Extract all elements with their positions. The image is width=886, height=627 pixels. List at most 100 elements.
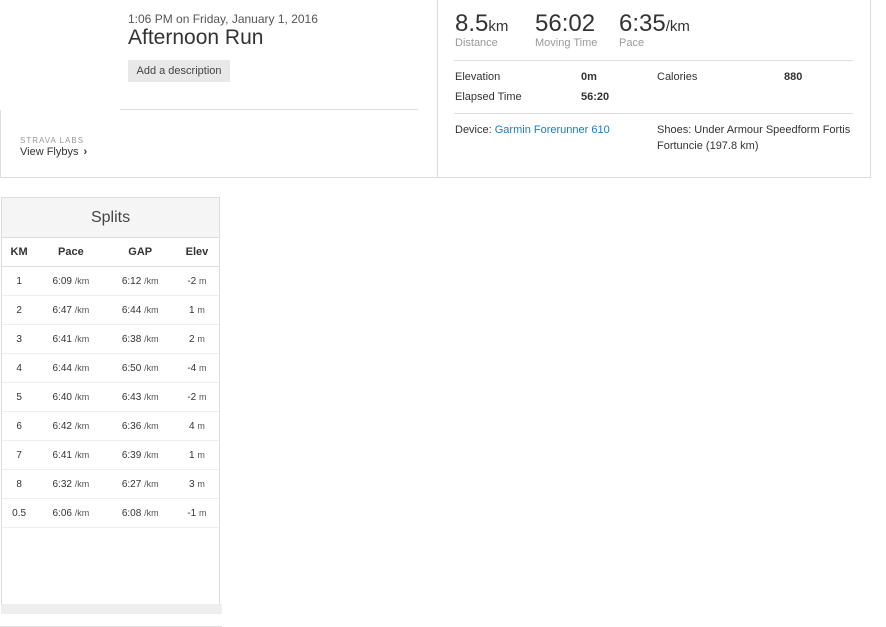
split-gap-value: 6:38 bbox=[121, 333, 142, 345]
table-row: 6 6:42 /km 6:36 /km 4 m bbox=[2, 411, 219, 441]
device-info: Device: Garmin Forerunner 610 bbox=[455, 124, 610, 136]
split-gap: 6:12 /km bbox=[105, 266, 175, 296]
table-row: 8 6:32 /km 6:27 /km 3 m bbox=[2, 469, 219, 499]
header-gap: GAP bbox=[105, 238, 175, 267]
splits-table: KM Pace GAP Elev 1 6:09 /km 6:12 /km -2 m26… bbox=[2, 238, 219, 528]
split-elev-unit: m bbox=[199, 275, 207, 286]
split-km: 1 bbox=[2, 266, 37, 296]
split-pace-unit: /km bbox=[74, 275, 90, 286]
split-km: 0.5 bbox=[2, 498, 37, 528]
elevation-value: 0m bbox=[581, 71, 597, 83]
split-gap-value: 6:12 bbox=[121, 275, 142, 287]
split-pace-unit: /km bbox=[74, 391, 90, 402]
split-km: 4 bbox=[2, 353, 37, 383]
shoes-line-2: Fortuncie (197.8 km) bbox=[657, 140, 759, 152]
add-description-button[interactable]: Add a description bbox=[128, 60, 230, 82]
split-pace-value: 6:40 bbox=[52, 391, 72, 403]
split-elev: -4 m bbox=[174, 353, 219, 383]
split-elev-unit: m bbox=[197, 420, 205, 431]
split-elev-value: 1 bbox=[189, 449, 195, 461]
split-pace-unit: /km bbox=[74, 304, 90, 315]
split-elev-unit: m bbox=[197, 478, 205, 489]
activity-title[interactable]: Afternoon Run bbox=[128, 26, 263, 50]
calories-label: Calories bbox=[657, 71, 698, 83]
distance-stat: 8.5km Distance bbox=[455, 10, 508, 49]
split-elev: 4 m bbox=[174, 411, 219, 441]
split-km-value: 8 bbox=[16, 478, 22, 490]
split-elev: 1 m bbox=[174, 295, 219, 325]
distance-value: 8.5 bbox=[455, 10, 489, 37]
split-pace: 6:06 /km bbox=[36, 498, 106, 528]
split-pace: 6:41 /km bbox=[36, 440, 106, 470]
split-elev-value: -4 bbox=[187, 362, 197, 374]
pace-value: 6:35 bbox=[619, 10, 666, 37]
split-km-value: 0.5 bbox=[12, 507, 27, 519]
split-gap-value: 6:08 bbox=[121, 507, 142, 519]
split-pace-unit: /km bbox=[74, 333, 90, 344]
split-gap: 6:38 /km bbox=[105, 324, 175, 354]
split-gap-unit: /km bbox=[144, 507, 159, 518]
split-elev-value: 1 bbox=[189, 304, 195, 316]
pace-label: Pace bbox=[619, 37, 645, 49]
header-elev: Elev bbox=[174, 238, 219, 267]
table-row: 2 6:47 /km 6:44 /km 1 m bbox=[2, 295, 219, 325]
distance-label: Distance bbox=[455, 37, 498, 49]
card-left-border bbox=[0, 110, 1, 178]
split-elev-value: -1 bbox=[187, 507, 197, 519]
split-gap: 6:43 /km bbox=[105, 382, 175, 412]
split-gap-unit: /km bbox=[144, 420, 159, 431]
splits-footer bbox=[1, 604, 222, 614]
elevation-label: Elevation bbox=[455, 71, 501, 83]
split-km: 2 bbox=[2, 295, 37, 325]
split-km: 5 bbox=[2, 382, 37, 412]
split-elev-value: -2 bbox=[187, 391, 197, 403]
stats-divider bbox=[454, 60, 853, 61]
pace-stat: 6:35/km Pace bbox=[619, 10, 690, 49]
card-divider bbox=[437, 0, 438, 178]
split-elev-unit: m bbox=[199, 391, 207, 402]
split-gap-unit: /km bbox=[144, 478, 159, 489]
split-km-value: 4 bbox=[16, 362, 22, 374]
split-pace: 6:32 /km bbox=[36, 469, 106, 499]
split-gap-value: 6:36 bbox=[121, 420, 142, 432]
pace-unit: /km bbox=[665, 18, 690, 35]
split-pace: 6:09 /km bbox=[36, 266, 106, 296]
split-pace-value: 6:32 bbox=[52, 478, 72, 490]
split-km-value: 6 bbox=[16, 420, 22, 432]
split-gap: 6:44 /km bbox=[105, 295, 175, 325]
table-row: 0.5 6:06 /km 6:08 /km -1 m bbox=[2, 498, 219, 528]
splits-panel: Splits KM Pace GAP Elev 1 6:09 /km 6:12 /k… bbox=[1, 197, 220, 613]
split-gap-value: 6:50 bbox=[121, 362, 142, 374]
table-row: 7 6:41 /km 6:39 /km 1 m bbox=[2, 440, 219, 470]
split-pace-unit: /km bbox=[74, 449, 90, 460]
left-divider bbox=[120, 109, 418, 110]
split-gap-value: 6:44 bbox=[121, 304, 142, 316]
split-gap-unit: /km bbox=[144, 275, 159, 286]
view-flybys-link[interactable]: View Flybys › bbox=[20, 146, 87, 158]
split-gap-value: 6:39 bbox=[121, 449, 142, 461]
split-elev: -2 m bbox=[174, 382, 219, 412]
table-row: 5 6:40 /km 6:43 /km -2 m bbox=[2, 382, 219, 412]
split-gap: 6:39 /km bbox=[105, 440, 175, 470]
split-pace-value: 6:47 bbox=[52, 304, 72, 316]
split-gap-unit: /km bbox=[144, 333, 159, 344]
split-pace-unit: /km bbox=[74, 420, 90, 431]
split-elev: -2 m bbox=[174, 266, 219, 296]
device-link[interactable]: Garmin Forerunner 610 bbox=[495, 124, 610, 136]
split-km: 3 bbox=[2, 324, 37, 354]
split-elev: -1 m bbox=[174, 498, 219, 528]
split-elev-value: -2 bbox=[187, 275, 197, 287]
shoes-line-1: Shoes: Under Armour Speedform Fortis bbox=[657, 124, 851, 136]
table-row: 4 6:44 /km 6:50 /km -4 m bbox=[2, 353, 219, 383]
split-pace-value: 6:41 bbox=[52, 333, 72, 345]
split-pace: 6:41 /km bbox=[36, 324, 106, 354]
moving-time-stat: 56:02 Moving Time bbox=[535, 10, 597, 49]
split-km-value: 7 bbox=[16, 449, 22, 461]
split-gap-unit: /km bbox=[144, 304, 159, 315]
split-gap: 6:50 /km bbox=[105, 353, 175, 383]
moving-time-label: Moving Time bbox=[535, 37, 598, 49]
split-elev-unit: m bbox=[199, 362, 207, 373]
split-elev-unit: m bbox=[197, 333, 205, 344]
view-flybys-label: View Flybys bbox=[20, 146, 79, 158]
details-divider bbox=[454, 113, 853, 114]
